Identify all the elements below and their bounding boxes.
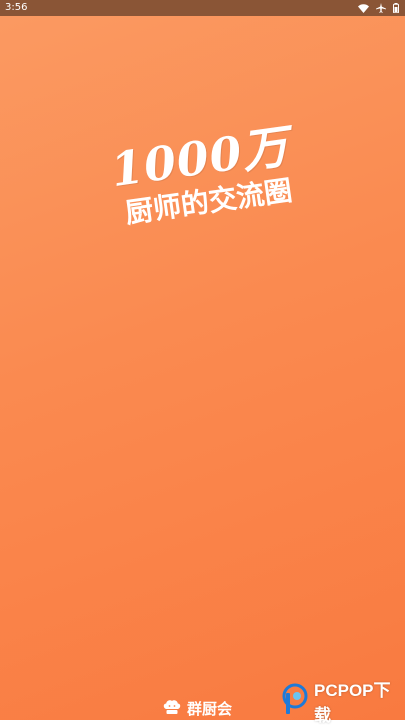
brand-footer: 群厨会: [163, 698, 232, 720]
status-icons: [358, 3, 399, 13]
status-time: 3:56: [5, 2, 28, 13]
splash-screen: 3:56 1000万 厨师的交流圈 群厨会 PCPOP下载: [0, 0, 405, 725]
battery-icon: [393, 3, 399, 13]
watermark-text: PCPOP下载: [314, 681, 391, 725]
chef-hat-icon: [163, 699, 181, 719]
wifi-icon: [358, 3, 369, 13]
hero-slogan: 1000万 厨师的交流圈: [98, 118, 320, 246]
watermark: PCPOP下载: [280, 681, 402, 725]
status-bar: 3:56: [0, 0, 405, 16]
airplane-icon: [376, 3, 386, 13]
brand-name: 群厨会: [187, 700, 233, 718]
pcpop-logo-icon: [280, 683, 310, 719]
